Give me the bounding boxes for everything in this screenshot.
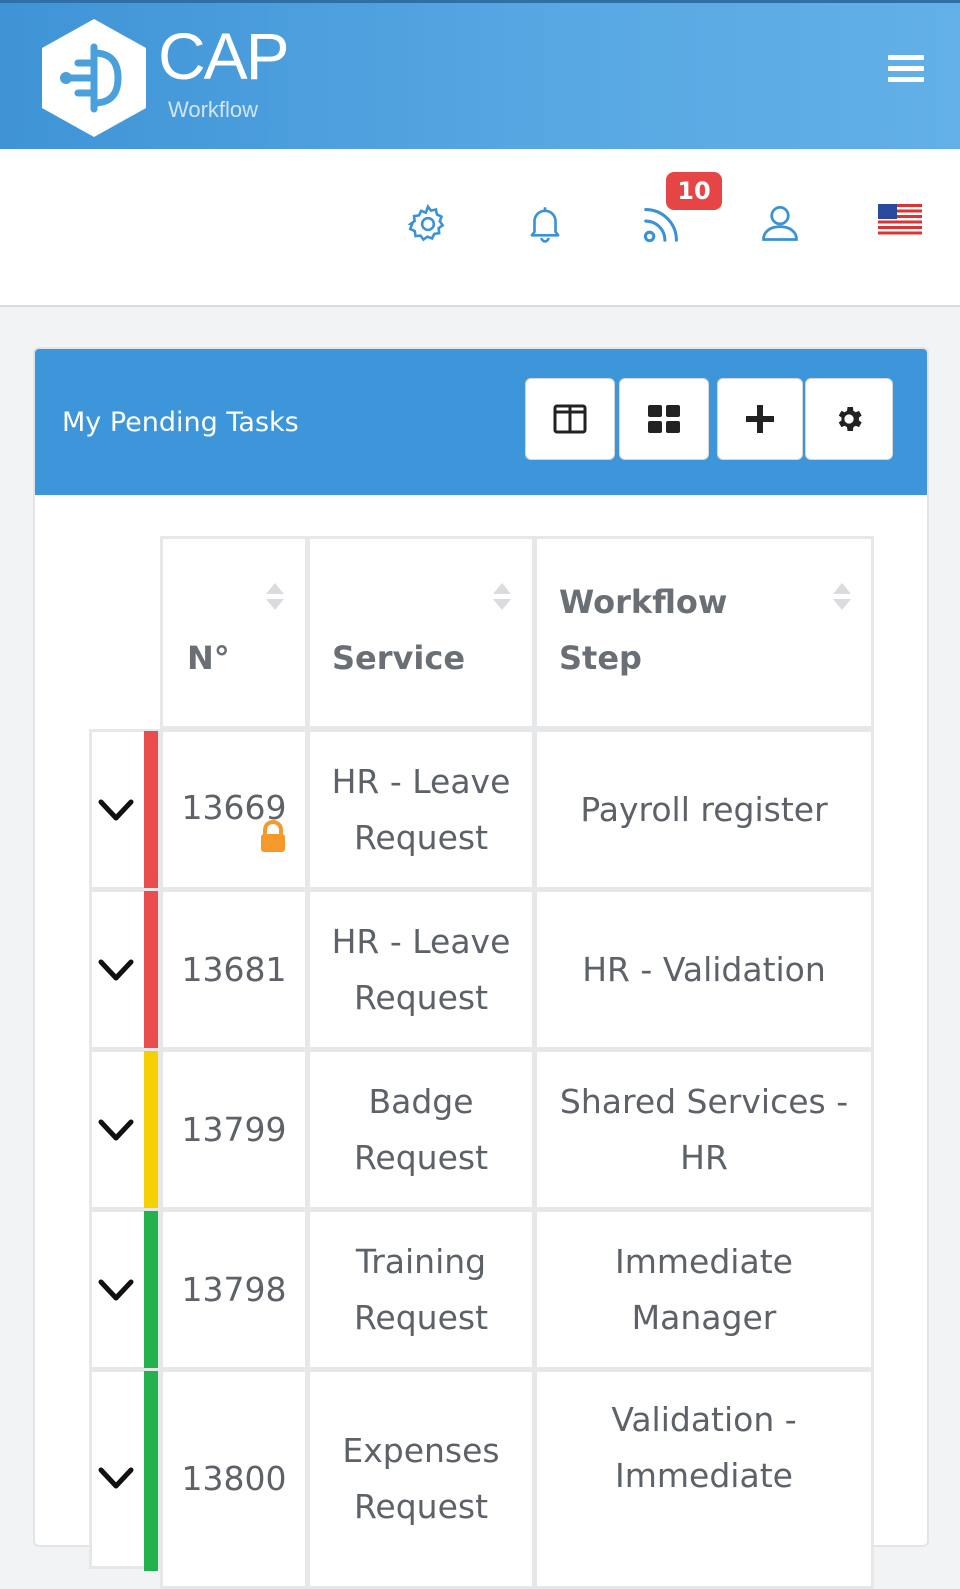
table-cell-workflow-step: HR - Validation	[534, 889, 874, 1050]
logo-subtitle: Workflow	[168, 97, 259, 122]
table-cell-number: 13800	[160, 1369, 308, 1589]
column-header-service[interactable]: Service	[307, 536, 535, 729]
column-header-number[interactable]: N°	[160, 536, 308, 729]
sort-icon	[493, 583, 511, 610]
table-cell-number: 13681	[160, 889, 308, 1050]
us-flag-icon[interactable]	[878, 204, 922, 236]
logo-title: CAP	[158, 19, 290, 93]
add-button[interactable]	[717, 378, 803, 460]
hamburger-menu-icon[interactable]	[888, 55, 924, 89]
plus-icon	[746, 405, 774, 433]
chevron-down-icon	[98, 959, 134, 981]
grid-icon	[648, 405, 680, 433]
priority-indicator-green	[144, 1211, 158, 1368]
priority-indicator-red	[144, 891, 158, 1048]
split-view-icon	[553, 404, 587, 434]
priority-indicator-yellow	[144, 1051, 158, 1208]
grid-view-button[interactable]	[619, 378, 709, 460]
app-header: CAP Workflow	[0, 0, 960, 149]
chevron-down-icon	[98, 1467, 134, 1489]
table-cell-workflow-step: Payroll register	[534, 729, 874, 890]
table-cell-service: HR - Leave Request	[307, 729, 535, 890]
logo-icon	[42, 19, 146, 137]
lock-icon	[261, 820, 285, 852]
gear-icon	[838, 407, 862, 431]
panel-settings-button[interactable]	[805, 378, 893, 460]
table-cell-number: 13669	[160, 729, 308, 890]
table-cell-service: Training Request	[307, 1209, 535, 1370]
table-cell-service: HR - Leave Request	[307, 889, 535, 1050]
table-cell-workflow-step: Validation - Immediate	[534, 1369, 874, 1589]
table-cell-workflow-step: Immediate Manager	[534, 1209, 874, 1370]
priority-indicator-green	[144, 1371, 158, 1571]
bell-icon[interactable]	[524, 201, 566, 245]
table-cell-workflow-step: Shared Services - HR	[534, 1049, 874, 1210]
table-cell-number: 13799	[160, 1049, 308, 1210]
table-cell-service: Expenses Request	[307, 1369, 535, 1589]
table-cell-service: Badge Request	[307, 1049, 535, 1210]
column-header-workflow-step[interactable]: Workflow Step	[534, 536, 874, 729]
notification-count-badge: 10	[666, 172, 722, 210]
top-icon-bar	[0, 149, 960, 307]
gear-icon[interactable]	[406, 202, 450, 246]
panel-header: My Pending Tasks	[35, 349, 927, 495]
sort-icon	[833, 583, 851, 610]
priority-indicator-red	[144, 731, 158, 888]
panel-title: My Pending Tasks	[62, 407, 299, 438]
user-icon[interactable]	[758, 200, 802, 246]
chevron-down-icon	[98, 799, 134, 821]
table-cell-number: 13798	[160, 1209, 308, 1370]
split-view-button[interactable]	[525, 378, 615, 460]
chevron-down-icon	[98, 1119, 134, 1141]
chevron-down-icon	[98, 1279, 134, 1301]
sort-icon	[266, 583, 284, 610]
